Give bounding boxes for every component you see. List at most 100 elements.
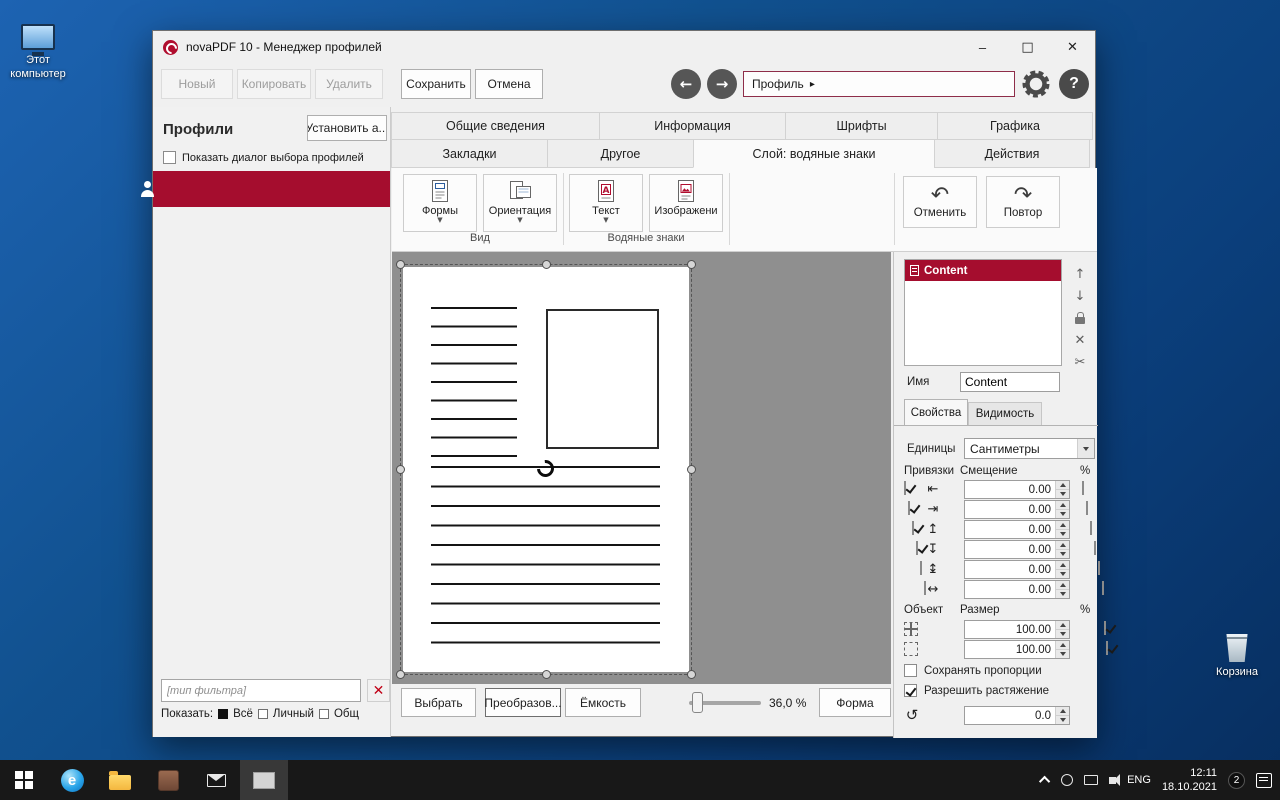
units-select[interactable]: Сантиметры	[964, 438, 1095, 459]
save-button[interactable]: Сохранить	[401, 69, 471, 99]
tab-fonts[interactable]: Шрифты	[785, 112, 938, 140]
anchor-left-checkbox[interactable]	[904, 481, 906, 495]
height-percent-checkbox[interactable]	[1106, 641, 1108, 655]
width-percent-checkbox[interactable]	[1104, 621, 1106, 635]
profile-list-item-selected[interactable]	[153, 171, 390, 207]
orientation-button[interactable]: Ориентация ▼	[483, 174, 557, 232]
desktop-icon-recycle-bin[interactable]: Корзина	[1205, 634, 1269, 680]
network-icon[interactable]	[1084, 775, 1098, 785]
offset-top-percent-checkbox[interactable]	[1090, 521, 1092, 535]
help-button[interactable]: ?	[1059, 69, 1089, 99]
layer-cut-button[interactable]: ✂	[1070, 352, 1090, 372]
resize-handle-se[interactable]	[687, 670, 696, 679]
tab-bookmarks[interactable]: Закладки	[391, 139, 548, 168]
tab-other[interactable]: Другое	[547, 139, 694, 168]
width-spinner[interactable]: 100.00	[964, 620, 1070, 639]
keep-proportions-checkbox[interactable]	[904, 664, 917, 677]
offset-right-percent-checkbox[interactable]	[1086, 501, 1088, 515]
taskbar-active-window-button[interactable]	[240, 760, 288, 800]
tab-general[interactable]: Общие сведения	[391, 112, 600, 140]
allow-stretch-checkbox[interactable]	[904, 684, 917, 697]
language-indicator[interactable]: ENG	[1127, 774, 1151, 786]
anchor-vcenter-checkbox[interactable]	[920, 561, 922, 575]
resize-handle-w[interactable]	[396, 465, 405, 474]
resize-handle-nw[interactable]	[396, 260, 405, 269]
show-dialog-checkbox[interactable]	[163, 151, 176, 164]
taskbar-clock[interactable]: 12:11 18.10.2021	[1162, 766, 1217, 795]
tab-graphics[interactable]: Графика	[937, 112, 1093, 140]
forward-button[interactable]: →	[707, 69, 737, 99]
offset-vcenter-percent-checkbox[interactable]	[1098, 561, 1100, 575]
taskbar-app-button[interactable]	[144, 760, 192, 800]
watermark-selection[interactable]	[400, 264, 692, 675]
layer-item-content[interactable]: Content	[905, 260, 1061, 281]
keep-proportions-row[interactable]: Сохранять пропорции	[904, 664, 1042, 677]
filter-clear-button[interactable]: ✕	[367, 679, 390, 702]
forms-button[interactable]: Формы ▼	[403, 174, 477, 232]
layer-move-down-button[interactable]: ↓	[1070, 286, 1090, 306]
transform-button[interactable]: Преобразов...	[485, 688, 561, 717]
resize-handle-s[interactable]	[542, 670, 551, 679]
offset-hcenter-percent-checkbox[interactable]	[1102, 581, 1104, 595]
desktop-icon-this-pc[interactable]: Этот компьютер	[6, 24, 70, 82]
breadcrumb[interactable]: Профиль ▸	[743, 71, 1015, 97]
offset-hcenter-spinner[interactable]: 0.00	[964, 580, 1070, 599]
volume-icon[interactable]	[1109, 777, 1116, 784]
start-button[interactable]	[0, 760, 48, 800]
tab-properties[interactable]: Свойства	[904, 399, 968, 426]
offset-left-spinner[interactable]: 0.00	[964, 480, 1070, 499]
resize-handle-sw[interactable]	[396, 670, 405, 679]
zoom-slider-thumb[interactable]	[692, 692, 703, 713]
resize-handle-ne[interactable]	[687, 260, 696, 269]
layer-lock-button[interactable]	[1070, 308, 1090, 328]
install-button[interactable]: Установить а...	[307, 115, 387, 141]
resize-handle-n[interactable]	[542, 260, 551, 269]
name-input[interactable]	[960, 372, 1060, 392]
maximize-button[interactable]: □	[1005, 31, 1050, 63]
offset-bottom-spinner[interactable]: 0.00	[964, 540, 1070, 559]
offset-right-spinner[interactable]: 0.00	[964, 500, 1070, 519]
tray-status-icon[interactable]	[1061, 774, 1073, 786]
tab-information[interactable]: Информация	[599, 112, 786, 140]
layers-list[interactable]: Content	[904, 259, 1062, 366]
filter-public-radio[interactable]	[319, 709, 329, 719]
cancel-button[interactable]: Отмена	[475, 69, 543, 99]
anchor-right-checkbox[interactable]	[908, 501, 910, 515]
action-center-icon[interactable]	[1256, 773, 1272, 788]
image-watermark-button[interactable]: Изображени	[649, 174, 723, 232]
redo-button[interactable]: ↷ Повтор	[986, 176, 1060, 228]
layer-delete-button[interactable]: ✕	[1070, 330, 1090, 350]
settings-button[interactable]	[1019, 67, 1053, 101]
tab-actions[interactable]: Действия	[934, 139, 1090, 168]
offset-bottom-percent-checkbox[interactable]	[1094, 541, 1096, 555]
taskbar-edge-button[interactable]: e	[48, 760, 96, 800]
taskbar-mail-button[interactable]	[192, 760, 240, 800]
resize-handle-e[interactable]	[687, 465, 696, 474]
offset-vcenter-spinner[interactable]: 0.00	[964, 560, 1070, 579]
back-button[interactable]: ←	[671, 69, 701, 99]
tab-watermarks-layer[interactable]: Слой: водяные знаки	[693, 139, 935, 168]
tab-visibility[interactable]: Видимость	[968, 402, 1042, 426]
filter-all-radio[interactable]	[218, 709, 228, 719]
new-profile-button[interactable]: Новый	[161, 69, 233, 99]
anchor-bottom-checkbox[interactable]	[916, 541, 918, 555]
offset-left-percent-checkbox[interactable]	[1082, 481, 1084, 495]
title-bar[interactable]: novaPDF 10 - Менеджер профилей – □ ✕	[153, 31, 1095, 63]
rotation-spinner[interactable]: 0.0	[964, 706, 1070, 725]
minimize-button[interactable]: –	[960, 31, 1005, 63]
copy-profile-button[interactable]: Копировать	[237, 69, 311, 99]
zoom-slider[interactable]	[689, 692, 761, 714]
offset-top-spinner[interactable]: 0.00	[964, 520, 1070, 539]
undo-button[interactable]: ↶ Отменить	[903, 176, 977, 228]
layer-move-up-button[interactable]: ↑	[1070, 264, 1090, 284]
shape-button[interactable]: Форма	[819, 688, 891, 717]
tray-expand-icon[interactable]	[1039, 776, 1050, 787]
page-preview-area[interactable]	[392, 252, 891, 684]
filter-personal-radio[interactable]	[258, 709, 268, 719]
text-watermark-button[interactable]: A Текст ▼	[569, 174, 643, 232]
taskbar-explorer-button[interactable]	[96, 760, 144, 800]
anchor-top-checkbox[interactable]	[912, 521, 914, 535]
filter-input[interactable]	[161, 679, 361, 702]
height-spinner[interactable]: 100.00	[964, 640, 1070, 659]
select-button[interactable]: Выбрать	[401, 688, 476, 717]
